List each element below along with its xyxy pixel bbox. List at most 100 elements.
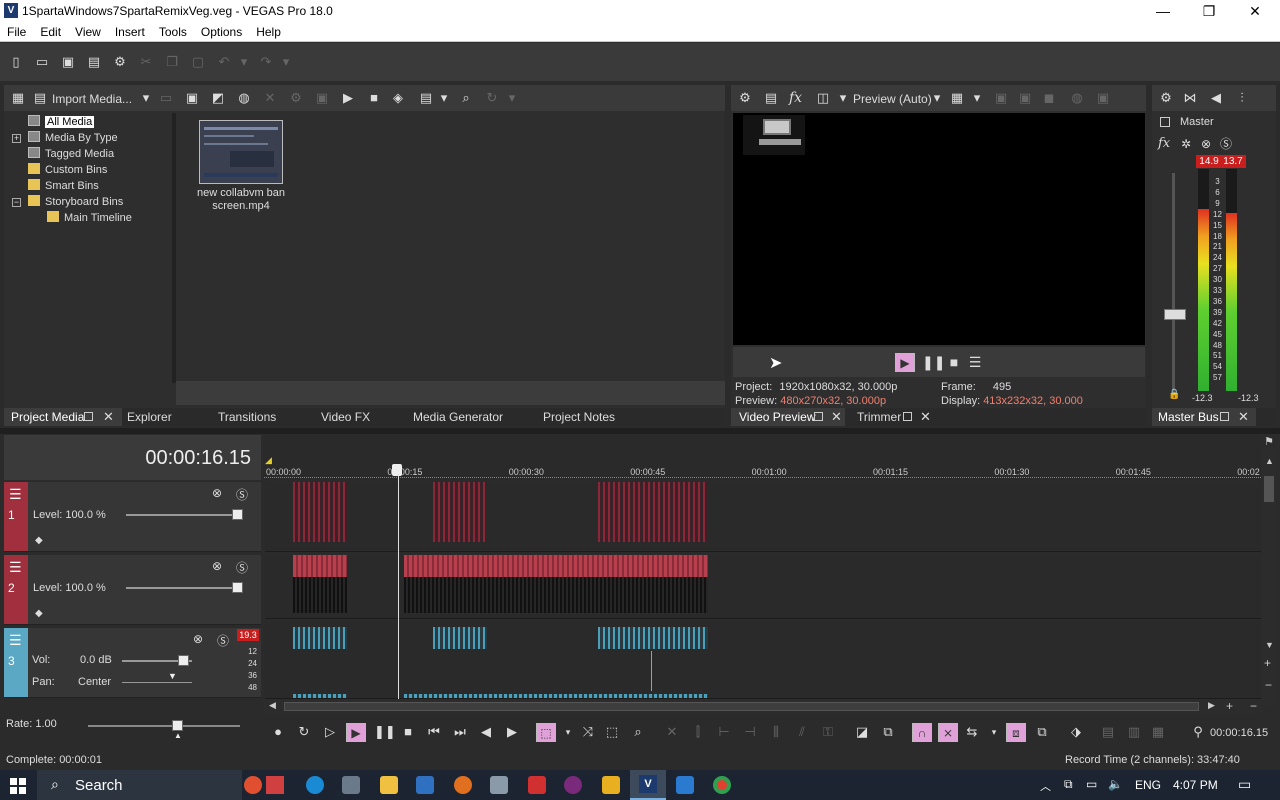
play-button[interactable]: ▶ xyxy=(895,353,915,372)
app-icon[interactable] xyxy=(342,776,360,794)
gift-app-icon[interactable] xyxy=(266,776,284,794)
pause-icon[interactable]: ❚❚ xyxy=(374,724,396,740)
gear-icon[interactable]: ⚙ xyxy=(1158,90,1174,106)
vscode-icon[interactable] xyxy=(676,776,694,794)
audio-event[interactable] xyxy=(293,694,347,698)
maximize-button[interactable]: ❐ xyxy=(1186,0,1232,22)
mute-icon[interactable]: ⊗ xyxy=(212,559,222,573)
menu-file[interactable]: File xyxy=(0,22,33,39)
marker-icon[interactable]: ◢ xyxy=(265,455,272,466)
tab-project-notes[interactable]: Project Notes xyxy=(543,410,615,424)
tab-video-fx[interactable]: Video FX xyxy=(321,410,370,424)
group-icon[interactable]: ▥ xyxy=(1126,724,1142,740)
network-icon[interactable]: ▭ xyxy=(1086,777,1097,791)
tree-item-smart-bins[interactable]: Smart Bins xyxy=(28,179,99,192)
play-icon[interactable]: ▶ xyxy=(340,90,356,106)
import-dropdown-icon[interactable]: ▾ xyxy=(138,90,154,106)
windows-start-icon[interactable] xyxy=(10,778,26,794)
audio-event[interactable] xyxy=(293,627,347,649)
media-scrollbar[interactable] xyxy=(176,381,725,405)
search-icon[interactable]: ⌕ xyxy=(458,90,474,106)
undock-icon[interactable] xyxy=(1220,412,1229,421)
level-slider-handle[interactable] xyxy=(232,509,243,520)
play-from-start-icon[interactable]: ▷ xyxy=(322,724,338,740)
undock-icon[interactable] xyxy=(84,412,93,421)
taskbar-clock[interactable]: 4:07 PM xyxy=(1173,778,1218,792)
notifications-icon[interactable]: ▭ xyxy=(1238,776,1251,793)
gear-icon[interactable]: ⚙ xyxy=(737,90,753,106)
split-icon[interactable]: ⫼ xyxy=(768,724,784,740)
firefox-icon[interactable] xyxy=(454,776,472,794)
pan-slider-handle[interactable]: ▼ xyxy=(168,671,177,681)
app-icon[interactable] xyxy=(564,776,582,794)
video-event[interactable] xyxy=(404,555,708,577)
close-tab-icon[interactable]: ✕ xyxy=(920,409,931,425)
menu-view[interactable]: View xyxy=(68,22,108,39)
ripple-edit-icon[interactable]: ⇆ xyxy=(964,724,980,740)
go-to-end-icon[interactable]: ⏭ xyxy=(452,724,468,740)
media-settings-icon[interactable]: ⚙ xyxy=(288,90,304,106)
track-menu-icon[interactable]: ☰ xyxy=(9,632,22,649)
trim-start-icon[interactable]: ⊢ xyxy=(716,724,732,740)
pane-divider[interactable] xyxy=(0,428,1280,434)
timer-app-icon[interactable] xyxy=(244,776,262,794)
close-tab-icon[interactable]: ✕ xyxy=(103,409,114,425)
ripple-dropdown-icon[interactable]: ▾ xyxy=(986,724,1002,740)
close-button[interactable]: ✕ xyxy=(1232,0,1278,22)
web-media-icon[interactable]: ◍ xyxy=(236,90,252,106)
region-insert-icon[interactable]: ⧉ xyxy=(880,724,896,740)
tree-item-all-media[interactable]: All Media xyxy=(28,115,95,128)
menu-help[interactable]: Help xyxy=(249,22,288,39)
scroll-down-icon[interactable]: ▼ xyxy=(1265,640,1274,650)
stop-button[interactable]: ■ xyxy=(946,354,962,370)
master-checkbox[interactable] xyxy=(1160,117,1170,127)
tree-item-media-by-type[interactable]: Media By Type xyxy=(28,131,118,144)
collapse-icon[interactable]: − xyxy=(12,198,21,207)
copy-icon[interactable]: ❐ xyxy=(164,54,180,70)
new-file-icon[interactable]: ▯ xyxy=(8,54,24,70)
mute-icon[interactable]: ⊗ xyxy=(1198,136,1214,152)
marker-insert-icon[interactable]: ◪ xyxy=(854,724,870,740)
horizontal-scrollbar[interactable]: ◀ ▶ + − xyxy=(264,699,1262,714)
audio-event[interactable] xyxy=(598,627,708,649)
stop-icon[interactable]: ■ xyxy=(400,724,416,740)
video-event[interactable] xyxy=(598,482,708,542)
language-indicator[interactable]: ENG xyxy=(1135,778,1161,792)
tree-item-main-timeline[interactable]: Main Timeline xyxy=(47,211,132,224)
speaker-icon[interactable]: ◀ xyxy=(1208,90,1224,106)
audio-event[interactable] xyxy=(433,627,487,649)
ignore-grouping-icon[interactable]: ⧉ xyxy=(1034,724,1050,740)
tree-item-storyboard-bins[interactable]: Storyboard Bins xyxy=(28,195,123,208)
edit-tool-dropdown-icon[interactable]: ▾ xyxy=(560,724,576,740)
zoom-out-icon[interactable]: − xyxy=(1250,699,1257,713)
mute-icon[interactable]: ⊗ xyxy=(212,486,222,500)
solo-icon[interactable]: Ⓢ xyxy=(1218,136,1234,152)
downmix-icon[interactable]: ⋈ xyxy=(1182,90,1198,106)
properties-icon[interactable]: ▣ xyxy=(314,90,330,106)
get-media-icon[interactable]: ▣ xyxy=(184,90,200,106)
view-dropdown-icon[interactable]: ▾ xyxy=(436,90,452,106)
file-explorer-icon[interactable] xyxy=(380,776,398,794)
stop-icon[interactable]: ■ xyxy=(366,90,382,106)
zoom-in-icon[interactable]: + xyxy=(1226,699,1233,713)
envelope-tool-icon[interactable]: ⤨ xyxy=(580,724,596,740)
keyframe-icon[interactable]: ◆ xyxy=(35,535,43,546)
video-event[interactable] xyxy=(293,555,347,577)
flag-icon[interactable]: ⚑ xyxy=(1264,435,1274,448)
import-media-icon[interactable]: ▤ xyxy=(32,90,48,106)
remove-icon[interactable]: ✕ xyxy=(262,90,278,106)
audio-event[interactable] xyxy=(404,694,708,698)
undo-icon[interactable]: ↶ xyxy=(216,54,232,70)
mute-icon[interactable]: ⊗ xyxy=(193,632,203,646)
taskbar-search-box[interactable]: ⌕ Search xyxy=(37,770,242,800)
overlays-dropdown-icon[interactable]: ▾ xyxy=(969,90,985,106)
rate-slider-handle[interactable] xyxy=(172,720,183,731)
master-fader-handle[interactable] xyxy=(1164,309,1186,320)
trim-end-icon[interactable]: ⊣ xyxy=(742,724,758,740)
chrome-icon[interactable] xyxy=(713,776,731,794)
solo-icon[interactable]: Ⓢ xyxy=(236,559,248,576)
track-menu-icon[interactable]: ☰ xyxy=(9,486,22,503)
track-header-2[interactable]: ☰ 2 ⊗ Ⓢ Level: 100.0 % ◆ xyxy=(4,555,261,625)
tree-item-tagged-media[interactable]: Tagged Media xyxy=(28,147,114,160)
volume-icon[interactable]: 🔈 xyxy=(1108,777,1123,791)
